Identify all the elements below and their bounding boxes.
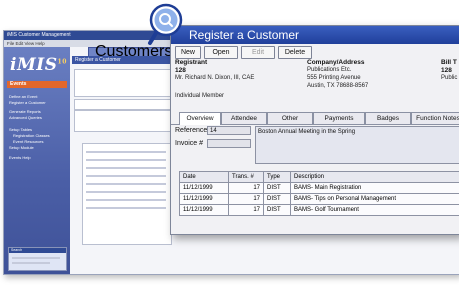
company-street: 555 Printing Avenue bbox=[307, 75, 361, 81]
mini-panel-header: Search bbox=[9, 248, 66, 253]
column-header-trans[interactable]: Trans. # bbox=[228, 171, 264, 183]
company-address-label: Company/Address bbox=[307, 59, 365, 66]
reference-field[interactable]: 14 bbox=[207, 126, 251, 135]
bill-to-name: Public bbox=[441, 75, 458, 81]
mini-panel-line bbox=[12, 257, 60, 259]
cell-trans: 17 bbox=[228, 182, 264, 194]
background-header-box bbox=[74, 69, 172, 97]
new-button[interactable]: New bbox=[175, 46, 201, 59]
window-title-bar[interactable]: Register a Customer bbox=[171, 26, 459, 44]
grid-line bbox=[86, 207, 166, 209]
sidebar-link-register-customer[interactable]: Register a Customer bbox=[9, 100, 46, 105]
cell-date: 11/12/1999 bbox=[179, 204, 229, 216]
invoice-field[interactable] bbox=[207, 139, 251, 148]
grid-line bbox=[86, 159, 166, 161]
company-name: Publications Etc. bbox=[307, 67, 352, 73]
sidebar-link-event-resources[interactable]: Event Resources bbox=[13, 139, 43, 144]
bill-to-label: Bill T bbox=[441, 59, 457, 66]
transactions-table: Date Trans. # Type Description 11/12/199… bbox=[179, 171, 459, 216]
grid-line bbox=[86, 199, 166, 201]
open-button[interactable]: Open bbox=[204, 46, 238, 59]
table-row[interactable]: 11/12/1999 17 DIST BAMS- Golf Tournament bbox=[179, 204, 459, 216]
cell-type: DIST bbox=[263, 204, 291, 216]
table-row[interactable]: 11/12/1999 17 DIST BAMS- Main Registrati… bbox=[179, 182, 459, 194]
grid-line bbox=[86, 151, 166, 153]
tab-payments[interactable]: Payments bbox=[313, 112, 365, 124]
cell-description: BAMS- Main Registration bbox=[290, 182, 459, 194]
delete-button[interactable]: Delete bbox=[278, 46, 312, 59]
cell-type: DIST bbox=[263, 182, 291, 194]
magnifier-icon bbox=[148, 3, 183, 45]
sidebar: iMIS10 Events Define an Event Register a… bbox=[4, 47, 70, 274]
invoice-label: Invoice # bbox=[175, 140, 204, 147]
tab-other[interactable]: Other bbox=[267, 112, 313, 124]
edit-button[interactable]: Edit bbox=[241, 46, 275, 59]
cell-type: DIST bbox=[263, 193, 291, 205]
sidebar-link-registration-classes[interactable]: Registration Classes bbox=[13, 133, 50, 138]
grid-line bbox=[86, 175, 166, 177]
cell-trans: 17 bbox=[228, 193, 264, 205]
imis-logo: iMIS10 bbox=[10, 55, 67, 75]
sidebar-link-generate-reports[interactable]: Generate Reports bbox=[9, 109, 41, 114]
cell-trans: 17 bbox=[228, 204, 264, 216]
background-section-bar: Register a Customer bbox=[72, 56, 172, 64]
window-title: Register a Customer bbox=[189, 28, 300, 42]
background-fields bbox=[74, 110, 172, 132]
tab-badges[interactable]: Badges bbox=[365, 112, 411, 124]
sidebar-link-setup-module[interactable]: Setup Module bbox=[9, 145, 34, 150]
cell-description: BAMS- Golf Tournament bbox=[290, 204, 459, 216]
tab-strip: Overview Attendee Other Payments Badges … bbox=[171, 112, 459, 125]
grid-line bbox=[86, 191, 166, 193]
tab-overview[interactable]: Overview bbox=[179, 112, 221, 125]
cell-description: BAMS- Tips on Personal Management bbox=[290, 193, 459, 205]
tab-attendee[interactable]: Attendee bbox=[221, 112, 267, 124]
tab-function-notes[interactable]: Function Notes bbox=[411, 112, 459, 124]
registrant-id: 128 bbox=[175, 67, 186, 74]
bill-to-id: 128 bbox=[441, 67, 452, 74]
description-field[interactable]: Boston Annual Meeting in the Spring bbox=[255, 126, 459, 164]
column-header-date[interactable]: Date bbox=[179, 171, 229, 183]
mini-panel-line bbox=[12, 262, 50, 264]
member-type: Individual Member bbox=[175, 93, 225, 99]
company-city: Austin, TX 78688-8567 bbox=[307, 83, 369, 89]
column-header-type[interactable]: Type bbox=[263, 171, 291, 183]
sidebar-link-advanced-queries[interactable]: Advanced Queries bbox=[9, 115, 42, 120]
cell-date: 11/12/1999 bbox=[179, 193, 229, 205]
table-header-row: Date Trans. # Type Description bbox=[179, 171, 459, 183]
background-tabs bbox=[74, 99, 172, 110]
column-header-description[interactable]: Description bbox=[290, 171, 459, 183]
cell-date: 11/12/1999 bbox=[179, 182, 229, 194]
events-section-header[interactable]: Events bbox=[7, 81, 67, 88]
grid-line bbox=[86, 167, 166, 169]
sidebar-link-events-help[interactable]: Events Help bbox=[9, 155, 31, 160]
sidebar-link-define-event[interactable]: Define an Event bbox=[9, 94, 37, 99]
register-customer-window: Register a Customer New Open Edit Delete… bbox=[170, 25, 459, 235]
reference-label: Reference bbox=[175, 127, 208, 134]
table-row[interactable]: 11/12/1999 17 DIST BAMS- Tips on Persona… bbox=[179, 193, 459, 205]
registrant-name: Mr. Richard N. Dixon, III, CAE bbox=[175, 75, 255, 81]
registrant-label: Registrant bbox=[175, 59, 208, 66]
search-mini-panel: Search bbox=[8, 247, 67, 271]
sidebar-link-setup-tables[interactable]: Setup Tables bbox=[9, 127, 32, 132]
grid-line bbox=[86, 183, 166, 185]
